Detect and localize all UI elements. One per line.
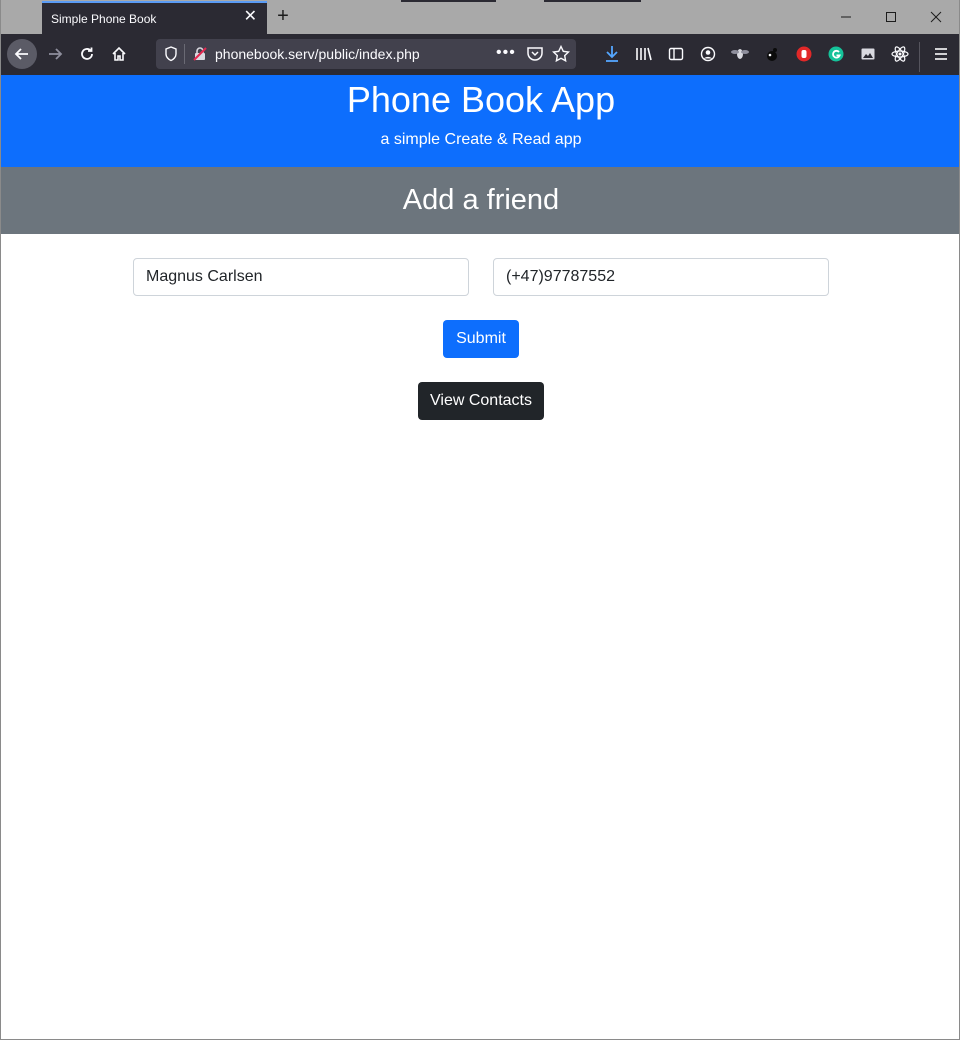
back-arrow-icon[interactable] bbox=[7, 39, 37, 69]
url-bar[interactable]: phonebook.serv/public/index.php ••• bbox=[156, 39, 576, 69]
extension-gnome-icon[interactable] bbox=[757, 39, 787, 69]
close-tab-icon[interactable]: ✕ bbox=[244, 9, 257, 25]
sidebar-icon[interactable] bbox=[661, 39, 691, 69]
close-window-icon[interactable] bbox=[921, 6, 951, 28]
title-bar-decoration bbox=[401, 0, 496, 2]
extension-stop-hand-icon[interactable] bbox=[789, 39, 819, 69]
pocket-icon[interactable] bbox=[526, 45, 544, 68]
insecure-lock-icon[interactable] bbox=[192, 46, 208, 67]
url-text: phonebook.serv/public/index.php bbox=[215, 46, 420, 62]
home-icon[interactable] bbox=[104, 39, 134, 69]
url-separator bbox=[184, 44, 185, 64]
view-contacts-button[interactable]: View Contacts bbox=[418, 382, 544, 420]
new-tab-icon[interactable]: + bbox=[271, 4, 295, 28]
minimize-icon[interactable] bbox=[831, 6, 861, 28]
app-subtitle: a simple Create & Read app bbox=[380, 131, 582, 148]
form-heading: Add a friend bbox=[402, 184, 560, 216]
title-bar-decoration bbox=[544, 0, 641, 2]
shield-icon[interactable] bbox=[164, 46, 178, 67]
maximize-icon[interactable] bbox=[876, 6, 906, 28]
name-input[interactable] bbox=[133, 258, 469, 296]
phone-input[interactable] bbox=[493, 258, 829, 296]
extension-react-icon[interactable] bbox=[885, 39, 915, 69]
hero-header: Phone Book App a simple Create & Read ap… bbox=[1, 75, 959, 167]
bookmark-star-icon[interactable] bbox=[551, 44, 571, 68]
tab-active[interactable]: Simple Phone Book ✕ bbox=[42, 1, 267, 34]
extension-bee-icon[interactable] bbox=[725, 39, 755, 69]
account-icon[interactable] bbox=[693, 39, 723, 69]
menu-hamburger-icon[interactable] bbox=[926, 39, 956, 69]
tab-strip: Simple Phone Book ✕ + bbox=[1, 0, 959, 34]
submit-button[interactable]: Submit bbox=[443, 320, 519, 358]
browser-window: Simple Phone Book ✕ + phonebook.serv/pub… bbox=[0, 0, 960, 1040]
extension-grammarly-icon[interactable] bbox=[821, 39, 851, 69]
page-actions-icon[interactable]: ••• bbox=[496, 44, 516, 62]
form-header: Add a friend bbox=[1, 167, 959, 234]
tab-title: Simple Phone Book bbox=[51, 12, 157, 26]
extension-photo-icon[interactable] bbox=[853, 39, 883, 69]
reload-icon[interactable] bbox=[72, 39, 102, 69]
downloads-icon[interactable] bbox=[597, 39, 627, 69]
page-content: Phone Book App a simple Create & Read ap… bbox=[1, 75, 959, 1039]
forward-arrow-icon[interactable] bbox=[40, 39, 70, 69]
app-title: Phone Book App bbox=[346, 79, 616, 120]
toolbar-separator bbox=[919, 42, 920, 72]
library-icon[interactable] bbox=[629, 39, 659, 69]
navigation-toolbar: phonebook.serv/public/index.php ••• bbox=[1, 34, 959, 75]
